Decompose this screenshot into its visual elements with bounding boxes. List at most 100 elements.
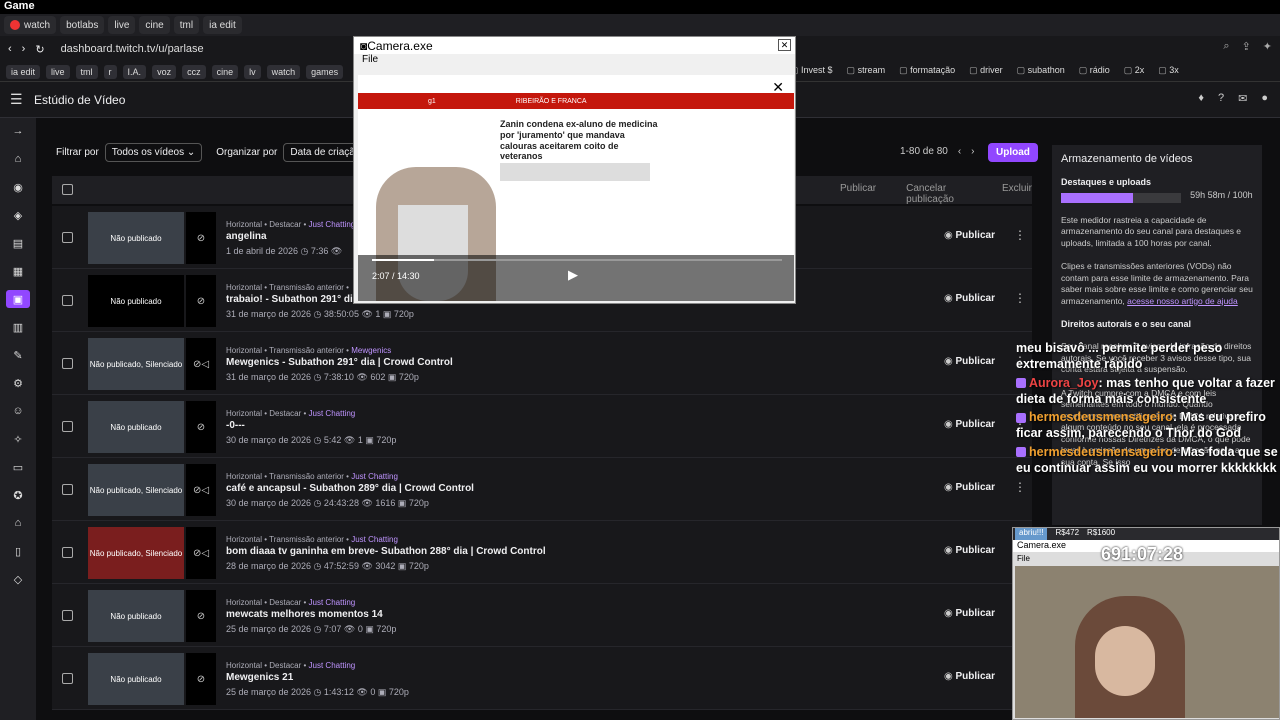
category-link[interactable]: Just Chatting	[351, 472, 398, 481]
bookmark-folder[interactable]: formatação	[899, 65, 955, 76]
bookmark-item[interactable]: watch	[266, 64, 301, 79]
publish-button[interactable]: Publicar	[944, 293, 995, 304]
help-icon[interactable]: ?	[1218, 92, 1224, 105]
tab-watch[interactable]: watch	[4, 16, 57, 34]
close-video-icon[interactable]: ✕	[772, 79, 784, 96]
bookmark-item[interactable]: ia edit	[6, 64, 41, 79]
extensions-icon[interactable]: ✧	[6, 430, 30, 448]
bookmark-item[interactable]: I.A.	[122, 64, 147, 79]
tab-cine[interactable]: cine	[139, 16, 170, 34]
filter-dropdown[interactable]: Todos os vídeos ⌄	[104, 143, 203, 162]
seek-bar[interactable]	[372, 259, 782, 261]
video-thumbnail[interactable]: Não publicado	[88, 653, 184, 705]
bookmark-folder[interactable]: rádio	[1079, 65, 1110, 76]
tab-tml[interactable]: tml	[173, 16, 200, 34]
help-article-link[interactable]: acesse nosso artigo de ajuda	[1127, 296, 1238, 306]
content-icon[interactable]: ▥	[6, 318, 30, 336]
inbox-icon[interactable]: ✉	[1238, 92, 1247, 105]
tools-icon[interactable]: ✎	[6, 346, 30, 364]
broadcast-icon[interactable]: ◈	[6, 206, 30, 224]
bulk-publish-button[interactable]: Publicar	[840, 183, 876, 205]
video-thumbnail[interactable]: Não publicado	[88, 401, 184, 453]
video-studio-icon[interactable]: ▣	[6, 290, 30, 308]
home-icon[interactable]: ⌂	[6, 150, 30, 168]
video-title[interactable]: Mewgenics - Subathon 291° dia | Crowd Co…	[226, 357, 453, 368]
prev-page-icon[interactable]: ‹	[958, 146, 961, 157]
bookmark-folder[interactable]: subathon	[1017, 65, 1065, 76]
stream-icon[interactable]: ◉	[6, 178, 30, 196]
file-menu[interactable]: File	[1017, 554, 1030, 563]
row-checkbox[interactable]	[62, 421, 73, 432]
bookmark-item[interactable]: lv	[244, 64, 261, 79]
category-link[interactable]: Just Chatting	[351, 535, 398, 544]
bookmark-item[interactable]: tml	[75, 64, 98, 79]
category-link[interactable]: Mewgenics	[351, 346, 391, 355]
video-thumbnail[interactable]: Não publicado, Silenciado	[88, 527, 184, 579]
video-title[interactable]: angelina	[226, 231, 267, 242]
row-checkbox[interactable]	[62, 673, 73, 684]
video-thumbnail[interactable]: Não publicado, Silenciado	[88, 464, 184, 516]
bookmark-item[interactable]: ccz	[182, 64, 206, 79]
back-icon[interactable]: ‹	[8, 43, 12, 55]
row-checkbox[interactable]	[62, 358, 73, 369]
monetization-icon[interactable]: ▭	[6, 458, 30, 476]
row-checkbox[interactable]	[62, 295, 73, 306]
bulk-delete-button[interactable]: Excluir	[1002, 183, 1032, 205]
library-icon[interactable]: ▯	[6, 542, 30, 560]
video-title[interactable]: café e ancapsul - Subathon 289° dia | Cr…	[226, 483, 474, 494]
bulk-cancel-button[interactable]: Cancelar publicação	[906, 183, 972, 205]
bookmark-item[interactable]: r	[103, 64, 117, 79]
publish-button[interactable]: Publicar	[944, 356, 995, 367]
play-icon[interactable]: ▶	[568, 267, 578, 283]
publish-button[interactable]: Publicar	[944, 419, 995, 430]
video-thumbnail[interactable]: Não publicado	[88, 212, 184, 264]
video-title[interactable]: Mewgenics 21	[226, 672, 293, 683]
creator-camp-icon[interactable]: ⌂	[6, 514, 30, 532]
bookmark-folder[interactable]: stream	[847, 65, 886, 76]
category-link[interactable]: Just Chatting	[309, 409, 356, 418]
reload-icon[interactable]: ↻	[35, 43, 44, 56]
bookmark-folder[interactable]: Invest $	[790, 65, 833, 76]
row-checkbox[interactable]	[62, 547, 73, 558]
file-menu[interactable]: File	[354, 54, 795, 66]
publish-button[interactable]: Publicar	[944, 230, 995, 241]
tab-live[interactable]: live	[108, 16, 136, 34]
row-checkbox[interactable]	[62, 610, 73, 621]
upload-button[interactable]: Upload	[988, 143, 1038, 162]
forward-icon[interactable]: ›	[22, 43, 26, 55]
video-title[interactable]: -0---	[226, 420, 245, 431]
extensions-icon[interactable]: ✦	[1263, 40, 1272, 53]
expand-icon[interactable]: →	[6, 122, 30, 140]
achievements-icon[interactable]: ✪	[6, 486, 30, 504]
bookmark-item[interactable]: cine	[211, 64, 239, 79]
avatar[interactable]: ●	[1261, 92, 1268, 105]
share-icon[interactable]: ⇪	[1242, 40, 1251, 53]
close-icon[interactable]: ✕	[778, 39, 791, 51]
more-options-icon[interactable]: ⋮	[1014, 480, 1026, 494]
analytics-icon[interactable]: ▤	[6, 234, 30, 252]
publish-button[interactable]: Publicar	[944, 545, 995, 556]
publish-button[interactable]: Publicar	[944, 608, 995, 619]
bookmark-item[interactable]: live	[46, 64, 70, 79]
bookmark-folder[interactable]: 3x	[1158, 65, 1179, 76]
bookmark-item[interactable]: games	[306, 64, 344, 79]
video-player[interactable]: g1 RIBEIRÃO E FRANCA Zanin condena ex-alu…	[358, 75, 794, 301]
hamburger-menu-icon[interactable]: ☰	[10, 91, 26, 108]
bookmark-item[interactable]: voz	[152, 64, 177, 79]
publish-button[interactable]: Publicar	[944, 671, 995, 682]
video-thumbnail[interactable]: Não publicado	[88, 590, 184, 642]
row-checkbox[interactable]	[62, 232, 73, 243]
video-title[interactable]: bom diaaa tv ganinha em breve- Subathon …	[226, 546, 546, 557]
more-options-icon[interactable]: ⋮	[1014, 228, 1026, 242]
safety-icon[interactable]: ◇	[6, 570, 30, 588]
category-link[interactable]: Just Chatting	[309, 661, 356, 670]
notifications-icon[interactable]: ♦	[1198, 92, 1204, 105]
bookmark-folder[interactable]: 2x	[1124, 65, 1145, 76]
video-thumbnail[interactable]: Não publicado	[88, 275, 184, 327]
more-options-icon[interactable]: ⋮	[1014, 291, 1026, 305]
settings-icon[interactable]: ⚙	[6, 374, 30, 392]
select-all-checkbox[interactable]	[62, 184, 73, 195]
bookmark-folder[interactable]: driver	[969, 65, 1003, 76]
row-checkbox[interactable]	[62, 484, 73, 495]
category-link[interactable]: Just Chatting	[309, 220, 356, 229]
